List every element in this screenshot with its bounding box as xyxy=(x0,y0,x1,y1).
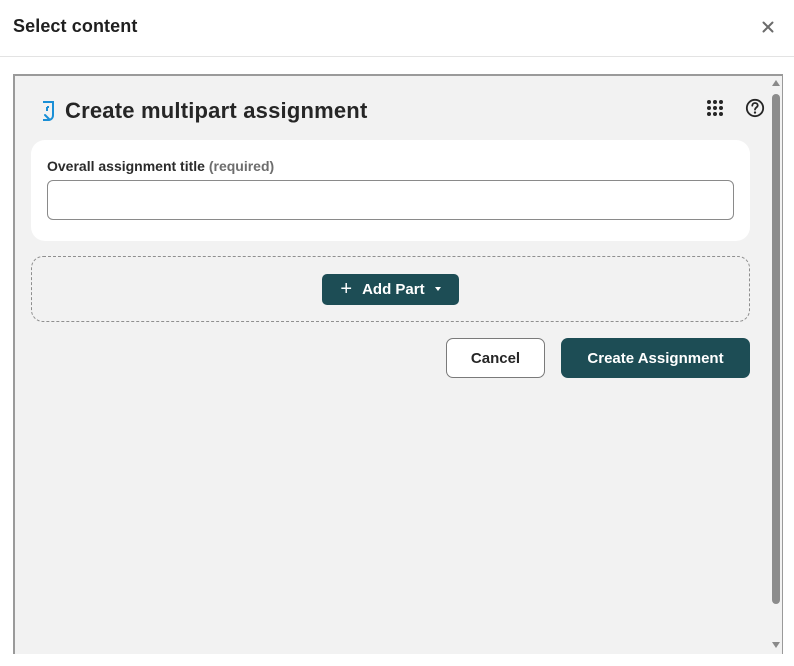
apps-grid-icon xyxy=(707,100,723,116)
close-button[interactable] xyxy=(760,19,776,35)
caret-down-icon xyxy=(434,287,441,291)
close-icon xyxy=(762,21,774,33)
create-assignment-button[interactable]: Create Assignment xyxy=(561,338,750,378)
add-part-button[interactable]: + Add Part xyxy=(322,273,459,305)
apps-button[interactable] xyxy=(705,98,725,118)
title-field-label: Overall assignment title (required) xyxy=(47,158,274,174)
assignment-title-input[interactable] xyxy=(47,180,734,220)
content-frame: Create multipart assignment Overall assi… xyxy=(13,74,783,654)
cancel-button[interactable]: Cancel xyxy=(446,338,545,378)
help-button[interactable] xyxy=(745,98,765,118)
assignment-title-card: Overall assignment title (required) xyxy=(31,140,750,241)
scroll-up-icon[interactable] xyxy=(772,80,780,86)
page-title: Create multipart assignment xyxy=(65,98,368,123)
parts-dropzone: + Add Part xyxy=(31,256,750,322)
help-icon xyxy=(745,98,765,118)
add-part-label: Add Part xyxy=(362,280,425,298)
header-tools xyxy=(705,98,765,118)
dialog-header: Select content xyxy=(0,0,794,57)
page-header: Create multipart assignment xyxy=(39,96,367,126)
required-indicator: (required) xyxy=(208,158,275,174)
dialog-title: Select content xyxy=(13,16,138,36)
title-label-text: Overall assignment title xyxy=(47,158,205,174)
select-content-dialog: Select content Create multipart assignme… xyxy=(0,0,794,666)
scroll-thumb[interactable] xyxy=(772,94,780,604)
multipart-assignment-icon xyxy=(39,98,59,124)
scroll-down-icon[interactable] xyxy=(772,642,780,648)
scrollbar[interactable] xyxy=(770,76,782,654)
plus-icon: + xyxy=(340,278,353,300)
